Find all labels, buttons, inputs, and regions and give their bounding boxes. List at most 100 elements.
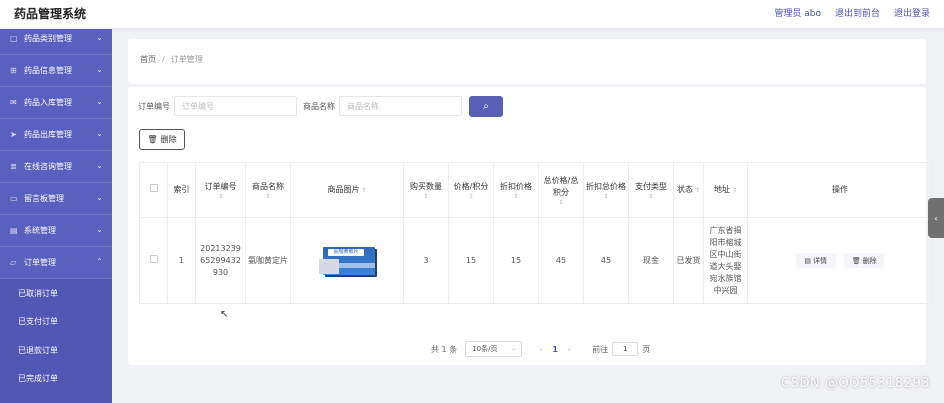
batch-delete-button[interactable]: 🗑 删除 [139, 129, 185, 150]
next-page-button[interactable]: › [562, 345, 576, 354]
search-button[interactable]: ⌕ [469, 95, 503, 117]
sidebar-item-label: 在线咨询管理 [24, 162, 72, 171]
sort-icon[interactable]: ⇕ [361, 187, 366, 194]
main-area: 首页 / 订单管理 订单编号 商品名称 ⌕ 🗑 删除 索引 订单编号 ⇕ [112, 29, 944, 403]
table-header-row: 索引 订单编号 ⇕ 商品名称 ⇕ 商品图片 ⇕ 购买数量 ⇕ 价格/积分 ⇕ 折扣价格 ⇕ … [139, 162, 933, 218]
col-address-label: 地址 [713, 184, 730, 194]
col-product[interactable]: 商品名称 ⇕ [245, 162, 291, 218]
chevron-down-icon: ⌄ [96, 225, 103, 234]
sort-icon[interactable]: ⇕ [631, 193, 671, 200]
product-name-input[interactable] [339, 96, 462, 116]
col-quantity[interactable]: 购买数量 ⇕ [403, 162, 449, 218]
sidebar-item-consult[interactable]: ≣ 在线咨询管理 ⌄ [0, 151, 112, 183]
sort-icon[interactable]: ⇕ [248, 193, 288, 200]
sidebar-item-label: 系统管理 [24, 226, 56, 235]
col-price[interactable]: 价格/积分 ⇕ [448, 162, 494, 218]
col-quantity-label: 购买数量 [410, 181, 442, 191]
product-name-label: 商品名称 [303, 101, 335, 111]
sidebar-item-label: 药品出库管理 [24, 130, 72, 139]
cell-product: 氨咖黄定片 [245, 217, 291, 304]
sidebar: ▢ 药品类别管理 ⌄ ⊞ 药品信息管理 ⌄ ✉ 药品入库管理 ⌄ ➤ 药品出库管… [0, 29, 112, 403]
batch-delete-label: 删除 [160, 135, 177, 144]
sidebar-subitem-completed[interactable]: 已完成订单 [0, 364, 112, 393]
sidebar-item-orders[interactable]: ▱ 订单管理 ⌃ [0, 247, 112, 279]
sort-icon[interactable]: ⇕ [198, 193, 243, 200]
top-bar: 药品管理系统 管理员 abo 退出到前台 退出登录 [0, 0, 944, 29]
sidebar-subitem-cancelled[interactable]: 已取消订单 [0, 279, 112, 308]
col-total[interactable]: 总价格/总积分 ⇕ [538, 162, 584, 218]
select-all-cell[interactable] [139, 162, 168, 218]
col-pay-type[interactable]: 支付类型 ⇕ [628, 162, 674, 218]
doc-icon: ▭ [10, 194, 18, 203]
col-order-no[interactable]: 订单编号 ⇕ [195, 162, 246, 218]
sidebar-item-info[interactable]: ⊞ 药品信息管理 ⌄ [0, 55, 112, 87]
sort-icon[interactable]: ⇕ [496, 193, 536, 200]
sidebar-subitem-refunded[interactable]: 已退款订单 [0, 336, 112, 365]
cell-index: 1 [167, 217, 196, 304]
order-no-label: 订单编号 [138, 101, 170, 111]
col-discount-total-label: 折扣总价格 [586, 181, 626, 191]
row-select-cell[interactable] [139, 217, 168, 304]
cell-pay-type: 现金 [628, 217, 674, 304]
col-product-label: 商品名称 [252, 181, 284, 191]
page-size-select[interactable]: 10条/页 ⌄ [465, 341, 523, 357]
sidebar-item-stock-in[interactable]: ✉ 药品入库管理 ⌄ [0, 87, 112, 119]
admin-label[interactable]: 管理员 abo [774, 6, 821, 19]
page-number[interactable]: 1 [548, 345, 562, 354]
chevron-down-icon: ⌄ [96, 193, 103, 202]
back-to-front-link[interactable]: 退出到前台 [835, 6, 880, 19]
list-icon: ≣ [10, 162, 17, 171]
cell-order-no: 2021323965299432930 [195, 217, 246, 304]
drug-box-label: 氨咖黄敏片 [328, 248, 364, 256]
prev-page-button[interactable]: ‹ [534, 345, 548, 354]
mail-icon: ✉ [10, 98, 17, 107]
col-image-label: 商品图片 [327, 184, 360, 194]
col-address[interactable]: 地址 ⇕ [703, 162, 748, 218]
sidebar-subitem-shipped[interactable]: 已发货订单 [0, 393, 112, 403]
sort-icon[interactable]: ⇕ [732, 187, 737, 194]
col-discount-total[interactable]: 折扣总价格 ⇕ [583, 162, 629, 218]
col-image[interactable]: 商品图片 ⇕ [290, 162, 404, 218]
sort-icon[interactable]: ⇕ [541, 199, 581, 206]
cell-status: 已发货 [673, 217, 704, 304]
breadcrumb-separator: / [162, 55, 165, 64]
sidebar-item-stock-out[interactable]: ➤ 药品出库管理 ⌄ [0, 119, 112, 151]
col-pay-type-label: 支付类型 [635, 181, 667, 191]
trash-icon: 🗑 [147, 135, 158, 144]
chevron-down-icon: ⌄ [511, 345, 517, 352]
page-unit-label: 页 [642, 344, 651, 354]
side-drawer-toggle[interactable]: ‹ [928, 198, 944, 238]
detail-button[interactable]: ▤ 详情 [795, 253, 836, 268]
cell-actions: ▤ 详情 🗑 删除 [747, 217, 933, 304]
top-right-links: 管理员 abo 退出到前台 退出登录 [774, 6, 930, 19]
order-no-input[interactable] [174, 96, 297, 116]
sidebar-item-category[interactable]: ▢ 药品类别管理 ⌄ [0, 29, 112, 55]
sidebar-item-system[interactable]: ▤ 系统管理 ⌄ [0, 215, 112, 247]
chevron-down-icon: ⌄ [96, 161, 103, 170]
grid-icon: ▢ [10, 34, 18, 43]
product-image: 氨咖黄敏片 [319, 245, 375, 277]
book-icon: ▤ [10, 226, 18, 235]
sidebar-subitem-paid[interactable]: 已支付订单 [0, 307, 112, 336]
logout-link[interactable]: 退出登录 [894, 6, 930, 19]
sidebar-item-messages[interactable]: ▭ 留言板管理 ⌄ [0, 183, 112, 215]
cell-quantity: 3 [403, 217, 449, 304]
col-discount-price[interactable]: 折扣价格 ⇕ [493, 162, 539, 218]
sort-icon[interactable]: ⇕ [586, 193, 626, 200]
row-delete-label: 删除 [862, 256, 877, 265]
sort-icon[interactable]: ⇕ [451, 193, 491, 200]
row-delete-button[interactable]: 🗑 删除 [844, 253, 885, 268]
goto-page-input[interactable] [612, 342, 639, 356]
sidebar-item-label: 订单管理 [24, 258, 56, 267]
search-row: 订单编号 商品名称 ⌕ [138, 95, 503, 117]
sort-icon[interactable]: ⇕ [406, 193, 446, 200]
cell-image: 氨咖黄敏片 [290, 217, 404, 304]
row-checkbox[interactable] [149, 254, 158, 263]
sort-icon[interactable]: ⇕ [695, 187, 700, 194]
grid-icon: ⊞ [10, 66, 17, 75]
breadcrumb-home[interactable]: 首页 [140, 55, 156, 64]
cell-total: 45 [538, 217, 584, 304]
select-all-checkbox[interactable] [149, 184, 158, 192]
col-status[interactable]: 状态 ⇕ [673, 162, 704, 218]
detail-icon: ▤ [804, 256, 812, 265]
